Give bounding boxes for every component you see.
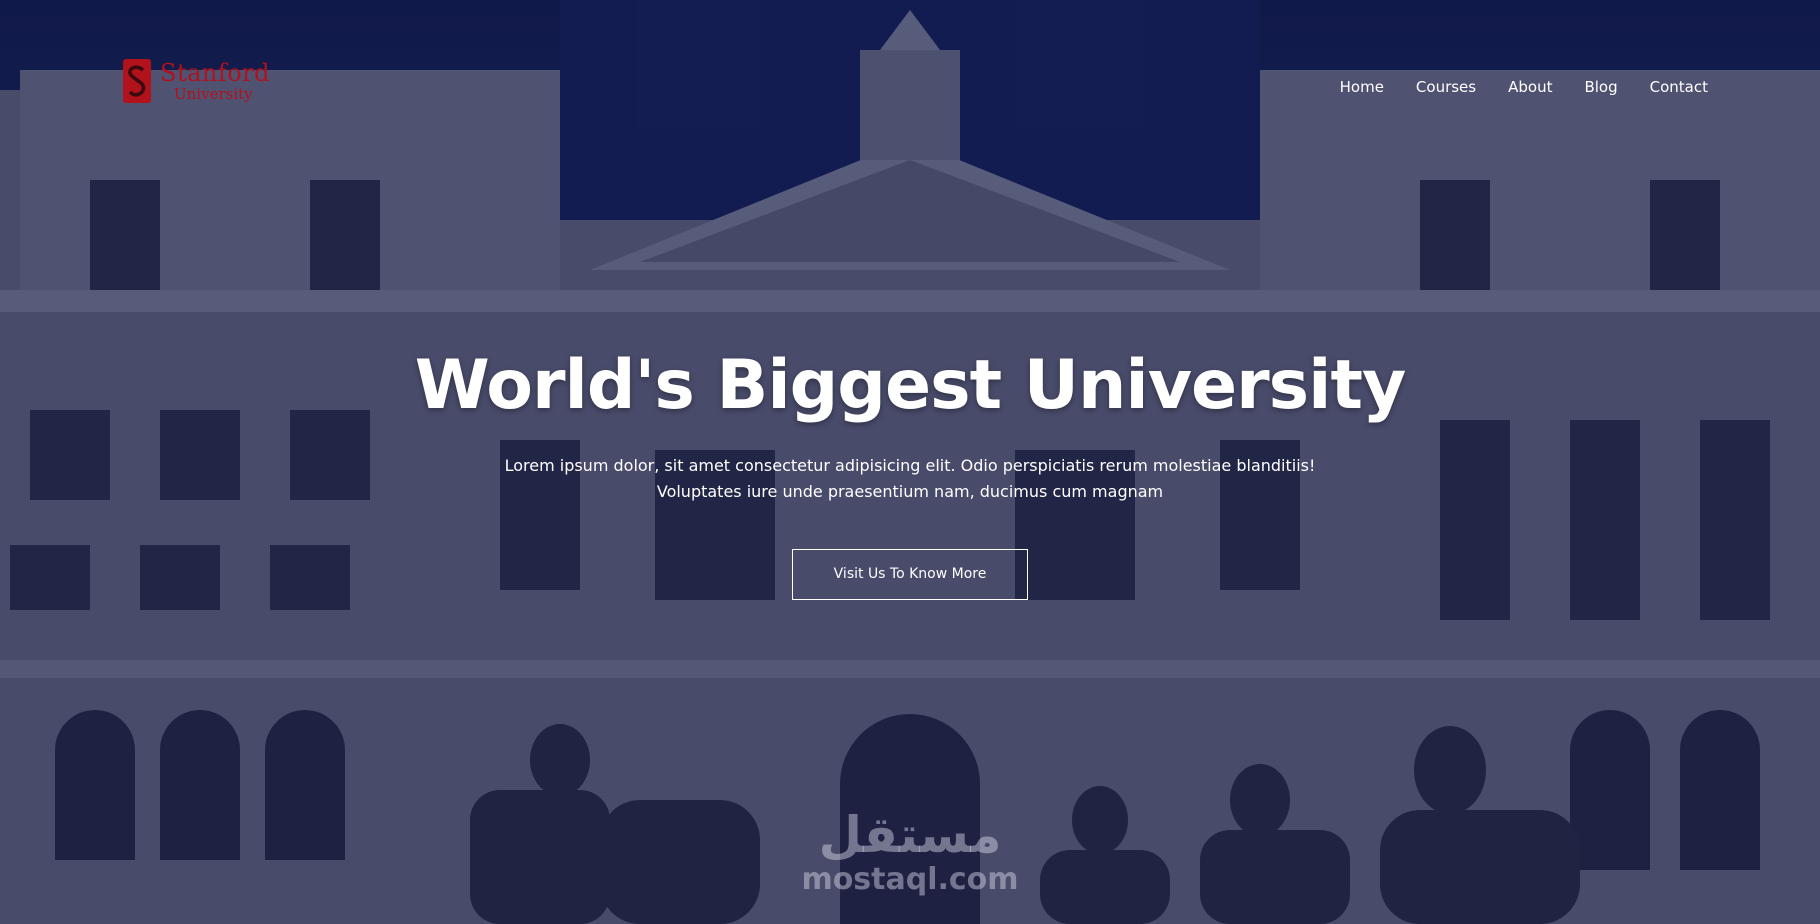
- nav-link-blog[interactable]: Blog: [1584, 78, 1617, 96]
- nav-link-home[interactable]: Home: [1340, 78, 1384, 96]
- mostaql-watermark: مستقل mostaql.com: [0, 810, 1820, 897]
- brand-wordmark: Stanford University: [160, 61, 270, 102]
- watermark-arabic-text: مستقل: [818, 806, 1002, 864]
- nav-link-about[interactable]: About: [1508, 78, 1552, 96]
- main-navigation: Home Courses About Blog Contact: [1340, 78, 1708, 96]
- brand-subtitle: University: [174, 84, 253, 103]
- brand-logo[interactable]: Stanford University: [122, 58, 270, 104]
- nav-link-courses[interactable]: Courses: [1416, 78, 1476, 96]
- watermark-latin-text: mostaql.com: [801, 862, 1019, 897]
- nav-link-contact[interactable]: Contact: [1650, 78, 1708, 96]
- hero-section: Stanford University Home Courses About B…: [0, 0, 1820, 924]
- hero-subtitle: Lorem ipsum dolor, sit amet consectetur …: [504, 456, 1316, 501]
- visit-us-button[interactable]: Visit Us To Know More: [792, 549, 1028, 600]
- hero-title: World's Biggest University: [414, 346, 1407, 425]
- hero-content: World's Biggest University Lorem ipsum d…: [0, 346, 1820, 600]
- brand-name: Stanford: [160, 58, 271, 87]
- stanford-s-logo-icon: [123, 59, 151, 103]
